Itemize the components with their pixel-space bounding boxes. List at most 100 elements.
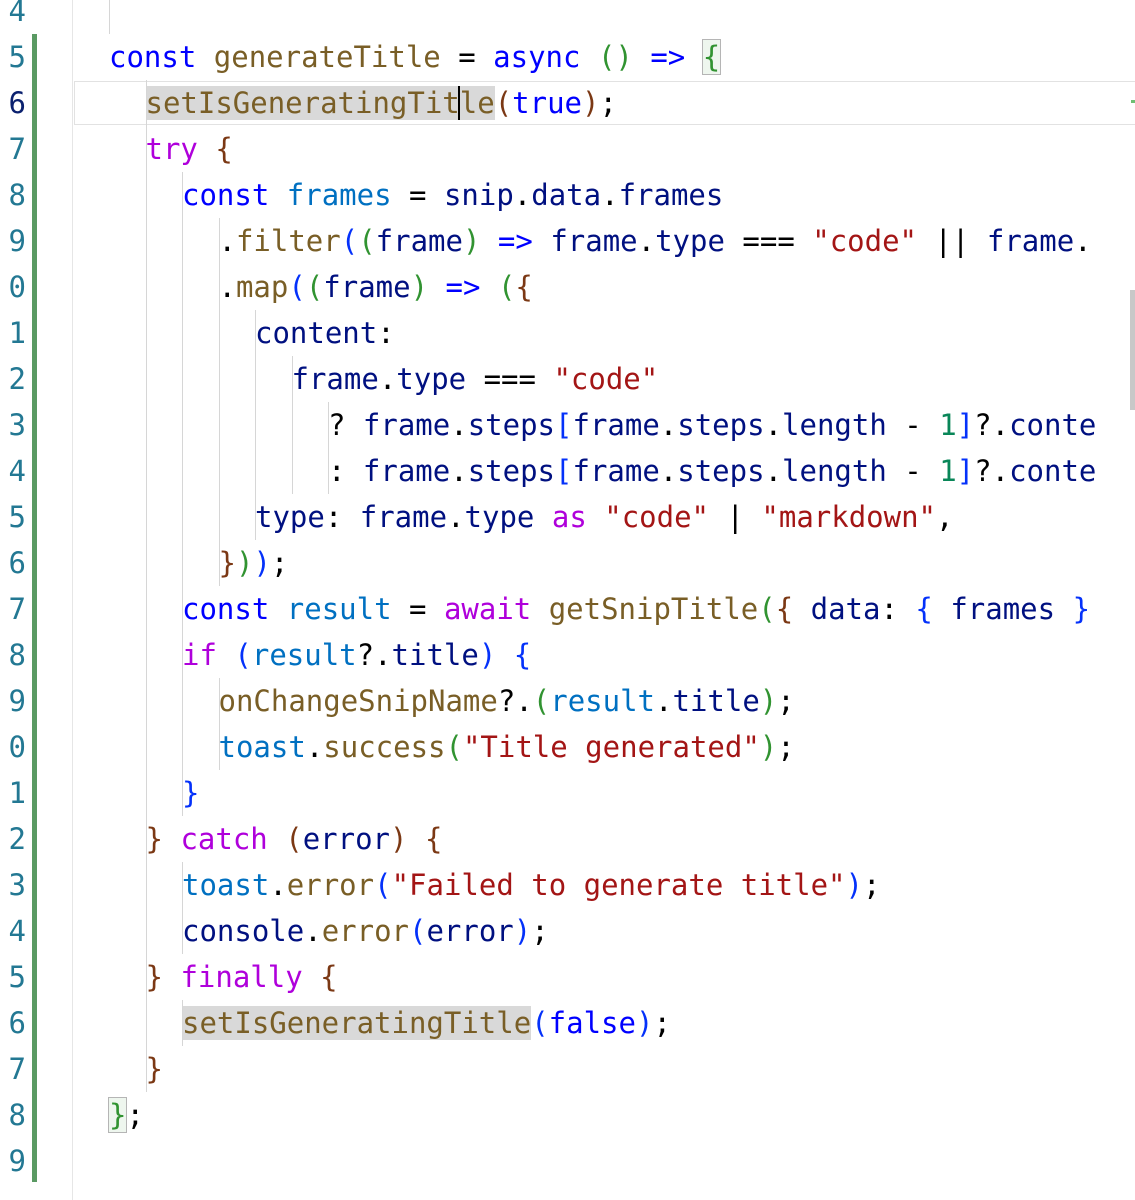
line-number[interactable]: 1 (0, 770, 26, 816)
code-line[interactable]: type: frame.type as "code" | "markdown", (255, 494, 953, 540)
code-line[interactable]: console.error(error); (182, 908, 549, 954)
code-token: conte (1009, 454, 1097, 488)
code-line[interactable]: }; (107, 1092, 144, 1138)
line-number[interactable]: 6 (0, 540, 26, 586)
code-token: ?. (974, 408, 1010, 442)
code-line[interactable]: : frame.steps[frame.steps.length - 1]?.c… (328, 448, 1096, 494)
git-change-indicator[interactable] (32, 34, 37, 1182)
code-token: } (145, 1052, 163, 1086)
code-token: ( (758, 592, 776, 626)
line-number[interactable]: 7 (0, 586, 26, 632)
line-number[interactable]: 3 (0, 402, 26, 448)
code-token: error (321, 914, 409, 948)
indent-guide (109, 0, 110, 34)
code-token: toast (218, 730, 306, 764)
code-token: ?. (356, 638, 392, 672)
line-number[interactable]: 6 (0, 80, 26, 126)
line-number[interactable]: 2 (0, 356, 26, 402)
line-number[interactable]: 2 (0, 816, 26, 862)
line-number[interactable]: 5 (0, 494, 26, 540)
code-token: ) (635, 1006, 654, 1040)
indent-guide (182, 172, 183, 816)
code-token: ) (582, 86, 600, 120)
code-area[interactable]: const generateTitle = async () => {setIs… (72, 0, 1135, 1200)
indent-guide (291, 356, 293, 494)
code-line[interactable]: content: (255, 310, 395, 356)
code-line[interactable]: } catch (error) { (146, 816, 443, 862)
code-token: { (215, 132, 233, 166)
code-line[interactable]: .map((frame) => ({ (219, 264, 533, 310)
code-token: ( (340, 224, 359, 258)
code-line[interactable]: } finally { (146, 954, 338, 1000)
code-line[interactable]: if (result?.title) { (182, 632, 531, 678)
line-number[interactable]: 7 (0, 126, 26, 172)
code-line[interactable]: ? frame.steps[frame.steps.length - 1]?.c… (328, 402, 1096, 448)
line-number[interactable]: 5 (0, 34, 26, 80)
code-line[interactable]: const frames = snip.data.frames (182, 172, 723, 218)
code-token: ( (285, 822, 303, 856)
code-token: . (378, 362, 397, 396)
code-line[interactable]: toast.success("Title generated"); (219, 724, 795, 770)
code-token: ? (328, 408, 363, 442)
code-token: frames (950, 592, 1056, 626)
code-line[interactable]: setIsGeneratingTitle(true); (145, 80, 617, 126)
code-editor[interactable]: 45678901234567890123456789 const generat… (0, 0, 1135, 1200)
code-line[interactable]: toast.error("Failed to generate title"); (182, 862, 880, 908)
code-line[interactable]: })); (219, 540, 289, 586)
code-line[interactable]: } (146, 1046, 163, 1092)
code-token: , (936, 500, 954, 534)
line-number[interactable]: 9 (0, 678, 26, 724)
code-token: length (782, 454, 887, 488)
code-token: . (305, 730, 324, 764)
code-line[interactable]: onChangeSnipName?.(result.title); (219, 678, 795, 724)
line-number[interactable]: 3 (0, 862, 26, 908)
code-token: . (269, 868, 287, 902)
code-token: === (724, 224, 813, 258)
code-token: type (255, 500, 325, 534)
code-token: snip (443, 178, 514, 212)
line-number[interactable]: 4 (0, 908, 26, 954)
line-number[interactable]: 0 (0, 724, 26, 770)
code-token: ; (599, 86, 617, 120)
vertical-scrollbar-thumb[interactable] (1130, 290, 1135, 410)
code-token: ; (653, 1006, 671, 1040)
line-number[interactable]: 9 (0, 1138, 26, 1184)
code-line[interactable]: } (182, 770, 199, 816)
line-number[interactable]: 9 (0, 218, 26, 264)
line-number[interactable]: 7 (0, 1046, 26, 1092)
line-number[interactable]: 8 (0, 1092, 26, 1138)
code-line[interactable]: setIsGeneratingTitle(false); (182, 1000, 671, 1046)
code-token: error (302, 822, 390, 856)
code-token: . (764, 408, 783, 442)
line-number[interactable]: 8 (0, 632, 26, 678)
indent-guide (145, 80, 147, 1092)
code-line[interactable]: frame.type === "code" (292, 356, 659, 402)
line-number[interactable]: 4 (0, 0, 26, 34)
line-number[interactable]: 8 (0, 172, 26, 218)
code-token: ) (759, 730, 778, 764)
code-token: if (182, 638, 217, 672)
code-token: [ (555, 454, 573, 488)
line-number[interactable]: 4 (0, 448, 26, 494)
code-token: { (320, 960, 338, 994)
code-line[interactable]: const generateTitle = async () => { (109, 34, 722, 80)
line-number-gutter[interactable]: 45678901234567890123456789 (0, 0, 73, 1200)
code-token: . (218, 270, 236, 304)
line-number[interactable]: 6 (0, 1000, 26, 1046)
code-token: : (377, 316, 395, 350)
line-number[interactable] (0, 1184, 26, 1200)
code-token: } (218, 546, 236, 580)
code-line[interactable]: .filter((frame) => frame.type === "code"… (219, 218, 1092, 264)
code-token: ] (956, 408, 975, 442)
line-number[interactable]: 1 (0, 310, 26, 356)
line-number[interactable]: 5 (0, 954, 26, 1000)
line-number[interactable]: 0 (0, 264, 26, 310)
code-line[interactable]: try { (146, 126, 233, 172)
code-line[interactable]: const result = await getSnipTitle({ data… (182, 586, 1090, 632)
code-token: : (328, 454, 363, 488)
code-token: frame (291, 362, 379, 396)
